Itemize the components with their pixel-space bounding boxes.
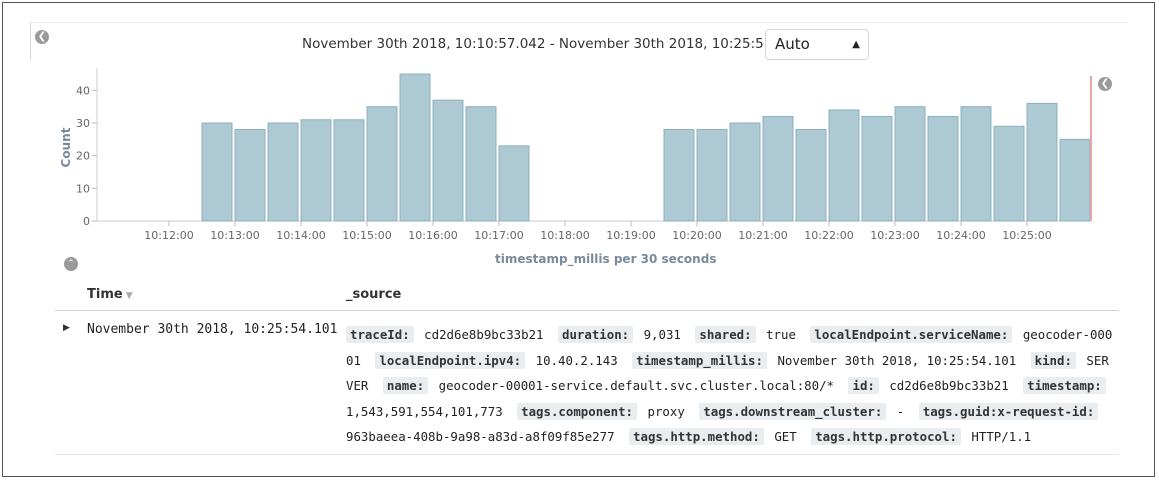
source-field-key: localEndpoint.ipv4:	[375, 351, 526, 369]
source-field-key: tags.http.protocol:	[811, 428, 961, 446]
panel-top-border	[30, 22, 1128, 23]
source-field-value: true	[766, 327, 796, 342]
x-tick-label: 10:13:00	[210, 229, 259, 242]
x-tick-label: 10:16:00	[408, 229, 457, 242]
histogram-bar	[696, 129, 728, 222]
x-tick-label: 10:25:00	[1002, 229, 1051, 242]
source-field-key: timestamp_millis:	[632, 351, 767, 369]
table-header-divider	[55, 310, 1119, 311]
x-tick-label: 10:24:00	[936, 229, 985, 242]
histogram-bar	[432, 99, 464, 222]
x-tick-label: 10:14:00	[276, 229, 325, 242]
x-tick-label: 10:17:00	[474, 229, 523, 242]
chevron-up-icon[interactable]: ⌃	[64, 257, 78, 271]
histogram-bar	[267, 122, 299, 222]
histogram-bar	[894, 106, 926, 222]
source-field-key: shared:	[695, 326, 756, 343]
sort-down-icon[interactable]: ▼	[126, 291, 133, 301]
select-arrows-icon: ▲	[852, 39, 860, 50]
x-axis-label: timestamp_millis per 30 seconds	[495, 252, 717, 266]
triangle-right-icon[interactable]: ▶	[63, 323, 70, 333]
table-row-divider	[55, 454, 1119, 455]
source-field-value: November 30th 2018, 10:25:54.101	[777, 352, 1017, 368]
x-tick-label: 10:21:00	[738, 229, 787, 242]
x-tick-label: 10:15:00	[342, 229, 391, 242]
histogram-bar	[300, 119, 332, 222]
histogram-bar	[663, 129, 695, 222]
source-field-value: 10.40.2.143	[535, 352, 618, 368]
histogram-bar	[1026, 102, 1058, 222]
column-header-source: _source	[346, 287, 402, 302]
y-tick-label: 0	[83, 215, 90, 228]
histogram-bar	[861, 115, 893, 222]
source-field-value: cd2d6e8b9bc33b21	[424, 327, 544, 342]
x-tick-label: 10:12:00	[144, 229, 193, 242]
x-tick-label: 10:22:00	[804, 229, 853, 242]
source-field-value: GET	[774, 429, 797, 445]
histogram-bar	[333, 119, 365, 222]
histogram-bar	[366, 106, 398, 222]
source-field-value: geocoder-00001-service.default.svc.clust…	[438, 378, 835, 394]
y-tick-label: 20	[76, 150, 90, 163]
histogram-bar	[927, 115, 959, 222]
histogram-bar	[234, 129, 266, 222]
histogram-bar	[201, 122, 233, 222]
source-field-key: traceId:	[346, 326, 414, 343]
source-field-value: -	[896, 403, 905, 419]
x-tick-label: 10:19:00	[606, 229, 655, 242]
source-field-key: timestamp:	[1023, 377, 1106, 395]
histogram-bar	[498, 145, 530, 222]
column-header-time[interactable]: Time ▼	[87, 287, 133, 302]
table-row-time: November 30th 2018, 10:25:54.101	[87, 322, 338, 337]
y-tick-label: 30	[76, 117, 90, 130]
panel-left-border	[30, 22, 31, 60]
y-axis-label: Count	[59, 127, 73, 167]
source-field-key: duration:	[557, 326, 634, 343]
source-field-key: id:	[848, 377, 879, 395]
histogram-bar	[762, 115, 794, 222]
y-tick-label: 10	[76, 182, 90, 195]
histogram-bar	[960, 106, 992, 222]
histogram-bar	[993, 125, 1025, 222]
source-field-key: tags.guid:x-request-id:	[918, 402, 1099, 420]
histogram-bar	[399, 73, 431, 222]
x-tick-label: 10:18:00	[540, 229, 589, 242]
table-row-source: traceId: cd2d6e8b9bc33b21 duration: 9,03…	[346, 322, 1114, 450]
interval-value: Auto	[775, 35, 810, 53]
source-field-value: cd2d6e8b9bc33b21	[889, 378, 1009, 394]
source-field-key: kind:	[1030, 351, 1076, 369]
histogram-bar	[828, 109, 860, 222]
source-field-value: proxy	[647, 403, 685, 419]
source-field-value: HTTP/1.1	[971, 429, 1032, 445]
source-field-key: name:	[382, 377, 429, 395]
y-tick-label: 40	[76, 84, 90, 97]
interval-select[interactable]: Auto ▲	[765, 29, 869, 60]
source-field-key: tags.http.method:	[629, 428, 764, 446]
source-field-key: localEndpoint.serviceName:	[810, 326, 1013, 343]
source-field-key: tags.downstream_cluster:	[699, 402, 887, 420]
source-field-value: 1,543,591,554,101,773	[346, 403, 503, 419]
histogram-chart[interactable]: Count 0 10 20 30 40 10:12:00 10:13:00 10:14:00 10…	[0, 60, 1159, 250]
x-tick-label: 10:23:00	[870, 229, 919, 242]
histogram-bar	[465, 106, 497, 222]
source-field-value: 9,031	[643, 327, 681, 342]
column-header-time-label: Time	[87, 287, 123, 302]
histogram-bar	[1059, 138, 1091, 222]
source-field-value: 963baeea-408b-9a98-a83d-a8f09f85e277	[346, 429, 615, 445]
histogram-bar	[795, 129, 827, 222]
histogram-bar	[729, 122, 761, 222]
time-range-label: November 30th 2018, 10:10:57.042 - Novem…	[302, 36, 821, 52]
source-field-key: tags.component:	[517, 402, 638, 420]
chevron-left-icon[interactable]: ❮	[35, 30, 49, 44]
x-tick-label: 10:20:00	[672, 229, 721, 242]
